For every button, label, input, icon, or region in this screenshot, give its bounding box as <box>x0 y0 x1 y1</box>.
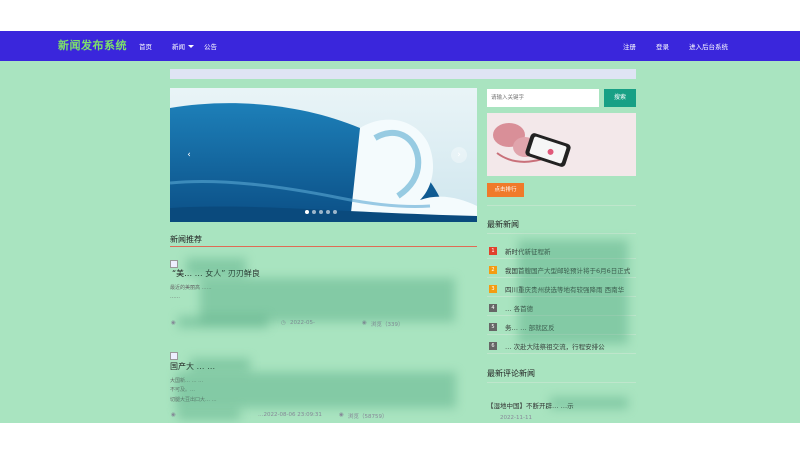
latest-news-heading: 最新新闻 <box>487 220 519 229</box>
carousel-next-button[interactable]: › <box>451 147 467 163</box>
eye-icon: ◉ <box>339 412 344 418</box>
carousel-dot[interactable] <box>305 210 309 214</box>
redacted-region <box>550 397 628 409</box>
notice-bar <box>170 69 636 79</box>
rank-badge: 4 <box>489 304 497 312</box>
rank-badge: 2 <box>489 266 497 274</box>
nav-news-label: 新闻 <box>172 43 185 51</box>
site-logo[interactable]: 新闻发布系统 <box>58 37 127 53</box>
news-carousel[interactable] <box>170 88 477 222</box>
article-thumbnail <box>170 260 178 268</box>
carousel-dot[interactable] <box>319 210 323 214</box>
nav-register[interactable]: 注册 <box>623 41 636 51</box>
carousel-dot[interactable] <box>326 210 330 214</box>
nav-news-dropdown[interactable]: 新闻 <box>172 41 194 51</box>
top-blank <box>0 0 800 31</box>
rank-badge: 1 <box>489 247 497 255</box>
bottom-blank <box>0 423 800 453</box>
carousel-indicators <box>305 208 340 214</box>
sidebar-divider <box>487 382 636 383</box>
sidebar-divider <box>487 205 636 206</box>
search-button[interactable]: 搜索 <box>604 89 636 107</box>
carousel-wave-image <box>170 88 477 222</box>
nav-notice[interactable]: 公告 <box>204 41 217 51</box>
recommend-heading: 新闻推荐 <box>170 235 202 244</box>
carousel-prev-button[interactable]: ‹ <box>181 147 197 163</box>
nav-home[interactable]: 首页 <box>139 41 152 51</box>
article-summary-line: …… <box>170 294 180 300</box>
chevron-down-icon <box>188 45 194 48</box>
carousel-dot[interactable] <box>333 210 337 214</box>
redacted-region <box>178 316 268 328</box>
article-thumbnail <box>170 352 178 360</box>
article-views: 浏览（58759） <box>348 414 388 420</box>
redacted-region <box>190 358 250 372</box>
search-input[interactable] <box>487 89 599 107</box>
sidebar-banner-image <box>487 113 636 176</box>
latest-comments-heading: 最新评论新闻 <box>487 369 535 378</box>
rank-badge: 6 <box>489 342 497 350</box>
redacted-region <box>178 408 240 420</box>
redacted-region <box>176 372 456 408</box>
article-date: …2022-08-06 23:09:31 <box>258 412 322 418</box>
author-icon: ◉ <box>171 412 176 418</box>
rank-badge: 3 <box>489 285 497 293</box>
recommend-divider <box>170 246 477 247</box>
nav-login[interactable]: 登录 <box>656 41 669 51</box>
author-icon: ◉ <box>171 320 176 326</box>
carousel-dot[interactable] <box>312 210 316 214</box>
rank-badge: 5 <box>489 323 497 331</box>
redacted-region <box>518 240 628 344</box>
redacted-region <box>186 258 246 276</box>
hot-ranking-button[interactable]: 点击排行 <box>487 183 524 197</box>
nav-admin[interactable]: 进入后台系统 <box>689 41 728 51</box>
comment-date: 2022-11-11 <box>500 415 532 421</box>
sidebar-divider <box>487 233 636 234</box>
